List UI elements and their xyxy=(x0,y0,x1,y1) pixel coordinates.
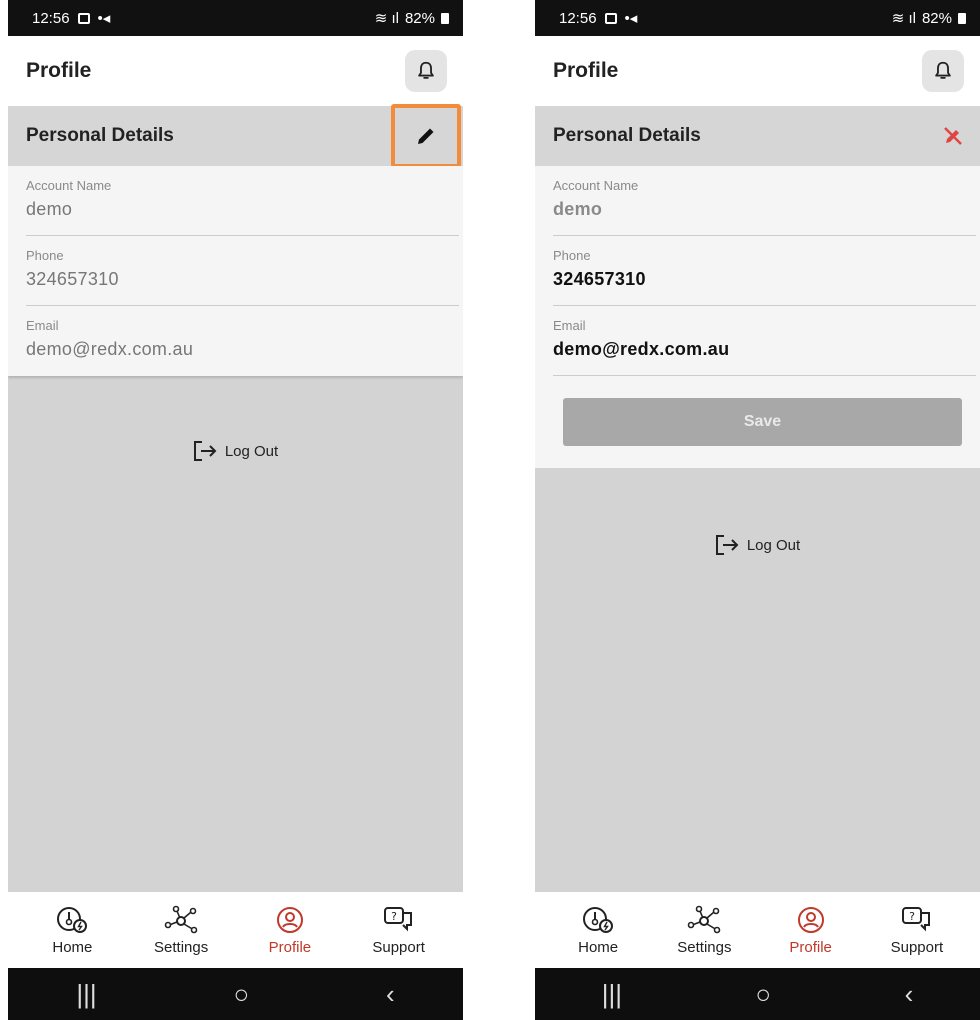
bottom-nav: Home Settings Profile ? Support xyxy=(8,892,463,968)
nav-label: Support xyxy=(372,938,425,956)
status-time: 12:56 xyxy=(32,9,70,27)
account-name-field: Account Name demo xyxy=(553,166,976,236)
logout-icon xyxy=(715,535,739,555)
field-value: demo xyxy=(26,199,73,219)
network-settings-icon xyxy=(688,905,721,933)
support-chat-icon: ? xyxy=(901,906,930,931)
field-label: Email xyxy=(26,318,59,333)
battery-level: 82% xyxy=(921,9,952,27)
profile-icon xyxy=(276,906,303,933)
gallery-icon xyxy=(604,12,617,24)
bell-icon xyxy=(418,61,434,79)
nav-support[interactable]: ? Support xyxy=(872,905,962,956)
home-gauge-icon xyxy=(57,906,88,933)
notification-dot-icon: •◂ xyxy=(624,10,638,27)
svg-text:?: ? xyxy=(391,910,397,923)
nav-label: Home xyxy=(52,938,93,956)
status-bar: 12:56 •◂ ≋ ıl 82% xyxy=(535,0,980,36)
nav-label: Profile xyxy=(789,938,832,956)
section-title: Personal Details xyxy=(26,125,174,146)
nav-label: Support xyxy=(890,938,944,956)
account-name-field: Account Name demo xyxy=(26,166,459,236)
phone-field[interactable]: Phone 324657310 xyxy=(553,236,976,306)
nav-support[interactable]: ? Support xyxy=(354,905,444,956)
back-chevron-icon[interactable]: ‹ xyxy=(386,979,395,1010)
phone-input[interactable]: 324657310 xyxy=(553,269,976,290)
network-settings-icon xyxy=(164,905,198,933)
logout-label: Log Out xyxy=(224,442,279,460)
phone-screen-view-mode: 12:56 •◂ ≋ ıl 82% Profile Personal Detai… xyxy=(8,0,463,1020)
edit-button[interactable] xyxy=(391,104,461,168)
field-label: Phone xyxy=(26,248,64,263)
logout-button[interactable]: Log Out xyxy=(8,440,463,462)
field-label: Phone xyxy=(553,248,591,263)
nav-label: Settings xyxy=(677,938,732,956)
save-button[interactable]: Save xyxy=(563,398,962,446)
home-circle-icon[interactable]: ○ xyxy=(755,979,771,1010)
page-title: Profile xyxy=(553,59,619,82)
home-gauge-icon xyxy=(583,906,614,933)
email-field[interactable]: Email demo@redx.com.au xyxy=(553,306,976,376)
pencil-icon xyxy=(418,128,434,144)
status-time: 12:56 xyxy=(559,9,597,27)
system-navigation-bar: ||| ○ ‹ xyxy=(8,968,463,1020)
field-value: 324657310 xyxy=(26,269,119,289)
phone-screen-edit-mode: 12:56 •◂ ≋ ıl 82% Profile Personal Detai… xyxy=(535,0,980,1020)
battery-icon xyxy=(441,12,449,24)
nav-label: Home xyxy=(578,938,619,956)
back-chevron-icon[interactable]: ‹ xyxy=(905,979,914,1010)
personal-details-card: Account Name demo Phone 324657310 Email … xyxy=(8,166,463,376)
email-input[interactable]: demo@redx.com.au xyxy=(553,339,976,360)
app-header: Profile xyxy=(535,36,980,106)
field-label: Account Name xyxy=(553,178,639,193)
nav-label: Profile xyxy=(268,938,312,956)
svg-text:?: ? xyxy=(909,910,915,923)
battery-level: 82% xyxy=(404,9,435,27)
personal-details-header: Personal Details xyxy=(8,104,463,168)
personal-details-header: Personal Details xyxy=(535,106,980,166)
support-chat-icon: ? xyxy=(383,906,412,931)
logout-label: Log Out xyxy=(746,536,801,554)
app-header: Profile xyxy=(8,36,463,106)
wifi-signal-icon: ≋ ıl xyxy=(891,10,916,27)
status-bar: 12:56 •◂ ≋ ıl 82% xyxy=(8,0,463,36)
field-label: Account Name xyxy=(26,178,112,193)
bell-icon xyxy=(935,61,951,79)
logout-icon xyxy=(193,441,217,461)
nav-profile[interactable]: Profile xyxy=(766,905,856,956)
personal-details-card: Account Name demo Phone 324657310 Email … xyxy=(535,166,980,468)
nav-settings[interactable]: Settings xyxy=(659,905,749,956)
page-title: Profile xyxy=(26,59,92,82)
nav-home[interactable]: Home xyxy=(553,905,643,956)
wifi-signal-icon: ≋ ıl xyxy=(374,10,399,27)
notification-dot-icon: •◂ xyxy=(97,10,111,27)
notifications-button[interactable] xyxy=(922,50,964,92)
home-circle-icon[interactable]: ○ xyxy=(233,979,249,1010)
nav-label: Settings xyxy=(154,938,209,956)
field-value: demo@redx.com.au xyxy=(26,339,194,359)
section-title: Personal Details xyxy=(553,125,701,146)
field-label: Email xyxy=(553,318,586,333)
profile-icon xyxy=(797,906,824,933)
nav-profile[interactable]: Profile xyxy=(245,905,335,956)
battery-icon xyxy=(958,12,966,24)
cancel-edit-button[interactable] xyxy=(936,119,970,153)
phone-field: Phone 324657310 xyxy=(26,236,459,306)
system-navigation-bar: ||| ○ ‹ xyxy=(535,968,980,1020)
notifications-button[interactable] xyxy=(405,50,447,92)
nav-home[interactable]: Home xyxy=(27,905,117,956)
email-field: Email demo@redx.com.au xyxy=(26,306,459,376)
gallery-icon xyxy=(77,12,90,24)
nav-settings[interactable]: Settings xyxy=(136,905,226,956)
recent-apps-icon[interactable]: ||| xyxy=(76,979,96,1010)
pencil-off-icon xyxy=(944,127,962,145)
bottom-nav: Home Settings Profile ? Support xyxy=(535,892,980,968)
field-value: demo xyxy=(553,199,603,219)
recent-apps-icon[interactable]: ||| xyxy=(602,979,622,1010)
logout-button[interactable]: Log Out xyxy=(535,534,980,556)
